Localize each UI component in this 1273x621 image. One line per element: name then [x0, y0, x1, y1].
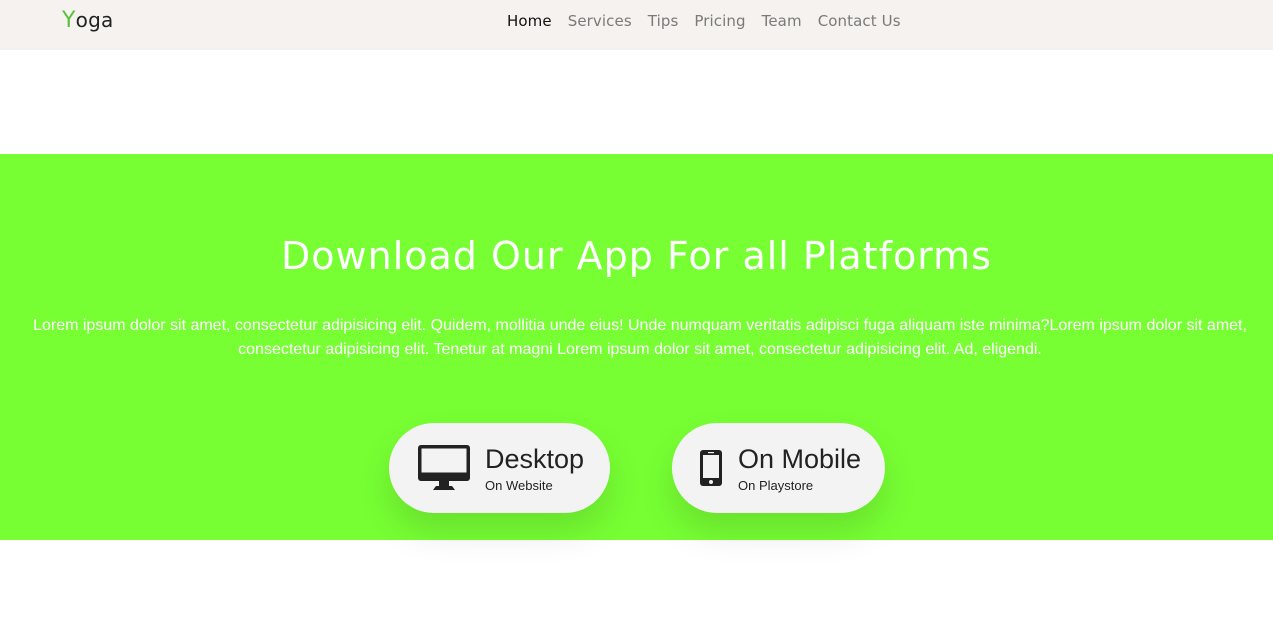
- mobile-phone-icon: [700, 450, 722, 486]
- brand-logo[interactable]: Yoga: [62, 8, 113, 33]
- nav-contact-us[interactable]: Contact Us: [818, 12, 901, 30]
- nav-tips[interactable]: Tips: [648, 12, 679, 30]
- download-title: Download Our App For all Platforms: [281, 234, 992, 278]
- desktop-button-title: Desktop: [485, 443, 585, 474]
- nav-team[interactable]: Team: [762, 12, 802, 30]
- desktop-icon: [418, 445, 470, 491]
- nav-pricing[interactable]: Pricing: [694, 12, 745, 30]
- mobile-download-button[interactable]: On Mobile On Playstore: [672, 423, 885, 513]
- desktop-download-button[interactable]: Desktop On Website: [389, 423, 610, 513]
- brand-first-letter: Y: [62, 8, 76, 33]
- mobile-button-title: On Mobile: [738, 443, 862, 474]
- download-description: Lorem ipsum dolor sit amet, consectetur …: [33, 317, 1247, 358]
- nav-services[interactable]: Services: [568, 12, 632, 30]
- mobile-button-subtitle: On Playstore: [738, 477, 814, 493]
- download-section: Download Our App For all Platforms Lorem…: [0, 154, 1273, 540]
- main-nav: Home Services Tips Pricing Team Contact …: [499, 12, 909, 31]
- nav-home[interactable]: Home: [507, 12, 552, 30]
- desktop-button-subtitle: On Website: [485, 477, 553, 493]
- brand-rest: oga: [75, 8, 114, 32]
- navbar: Yoga Home Services Tips Pricing Team Con…: [0, 0, 1273, 50]
